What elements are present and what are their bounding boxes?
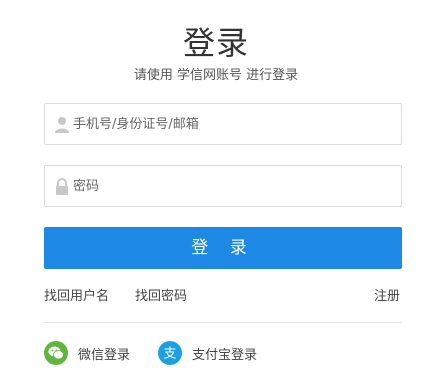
alipay-login-button[interactable]: 支 支付宝登录 (158, 341, 257, 365)
divider (44, 322, 402, 323)
alipay-icon: 支 (158, 341, 182, 365)
alipay-login-label: 支付宝登录 (192, 347, 258, 363)
register-link-wrap: 注册 (374, 285, 400, 304)
user-icon (55, 117, 69, 133)
login-page: 登录 请使用 学信网账号 进行登录 登 录 找回用户名 找回密码 注册 (0, 0, 432, 383)
username-input[interactable] (73, 105, 393, 143)
find-username-link[interactable]: 找回用户名 (44, 289, 109, 304)
password-input[interactable] (73, 167, 393, 205)
register-link[interactable]: 注册 (374, 289, 400, 304)
find-password-link-wrap: 找回密码 (135, 285, 187, 304)
wechat-login-button[interactable]: 微信登录 (44, 341, 130, 365)
wechat-login-label: 微信登录 (78, 347, 131, 363)
password-field[interactable] (44, 165, 402, 207)
find-username-link-wrap: 找回用户名 (44, 285, 109, 304)
login-button[interactable]: 登 录 (44, 227, 402, 269)
username-field[interactable] (44, 103, 402, 145)
find-password-link[interactable]: 找回密码 (135, 289, 187, 304)
alipay-glyph: 支 (163, 347, 176, 362)
lock-icon (56, 178, 68, 195)
page-subtitle: 请使用 学信网账号 进行登录 (133, 68, 299, 83)
alipay-glyph-svg: 支 (163, 347, 176, 362)
wechat-icon (44, 341, 68, 365)
page-title: 登录 (182, 24, 249, 62)
